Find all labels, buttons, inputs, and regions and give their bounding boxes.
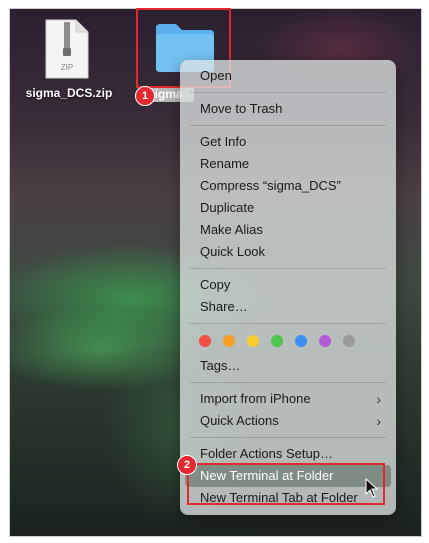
menu-item-rename[interactable]: Rename [185,153,391,175]
menu-item-tags[interactable]: Tags… [185,355,391,377]
menu-item-move-to-trash[interactable]: Move to Trash [185,98,391,120]
tag-green-dot[interactable] [271,335,283,347]
step-badge-1: 1 [135,86,155,106]
tag-gray-dot[interactable] [343,335,355,347]
menu-item-import-from-iphone[interactable]: Import from iPhone › [185,388,391,410]
menu-separator [190,323,386,324]
chevron-right-icon: › [376,391,381,407]
menu-item-share[interactable]: Share… [185,296,391,318]
tag-purple-dot[interactable] [319,335,331,347]
mouse-pointer-icon [365,478,379,498]
tag-yellow-dot[interactable] [247,335,259,347]
tag-red-dot[interactable] [199,335,211,347]
chevron-right-icon: › [376,413,381,429]
menu-item-quick-actions[interactable]: Quick Actions › [185,410,391,432]
tag-colors-row [180,329,396,353]
menu-separator [190,382,386,383]
highlight-box-new-terminal [187,463,385,505]
menu-item-get-info[interactable]: Get Info [185,131,391,153]
menu-separator [190,268,386,269]
context-menu: Open Move to Trash Get Info Rename Compr… [180,60,396,515]
tag-blue-dot[interactable] [295,335,307,347]
menu-item-open[interactable]: Open [185,65,391,87]
step-badge-2: 2 [177,455,197,475]
menu-separator [190,92,386,93]
tag-orange-dot[interactable] [223,335,235,347]
menu-item-make-alias[interactable]: Make Alias [185,219,391,241]
menu-item-quick-look[interactable]: Quick Look [185,241,391,263]
menu-separator [190,125,386,126]
menu-item-copy[interactable]: Copy [185,274,391,296]
zip-file-icon[interactable]: ZIP [44,18,90,80]
menu-item-label: Quick Actions [200,413,279,428]
menu-separator [190,437,386,438]
menu-item-compress[interactable]: Compress “sigma_DCS” [185,175,391,197]
zip-icon-text: ZIP [61,63,73,72]
zip-file-label[interactable]: sigma_DCS.zip [14,86,124,100]
menu-item-folder-actions-setup[interactable]: Folder Actions Setup… [185,443,391,465]
menu-item-duplicate[interactable]: Duplicate [185,197,391,219]
menu-item-label: Import from iPhone [200,391,311,406]
